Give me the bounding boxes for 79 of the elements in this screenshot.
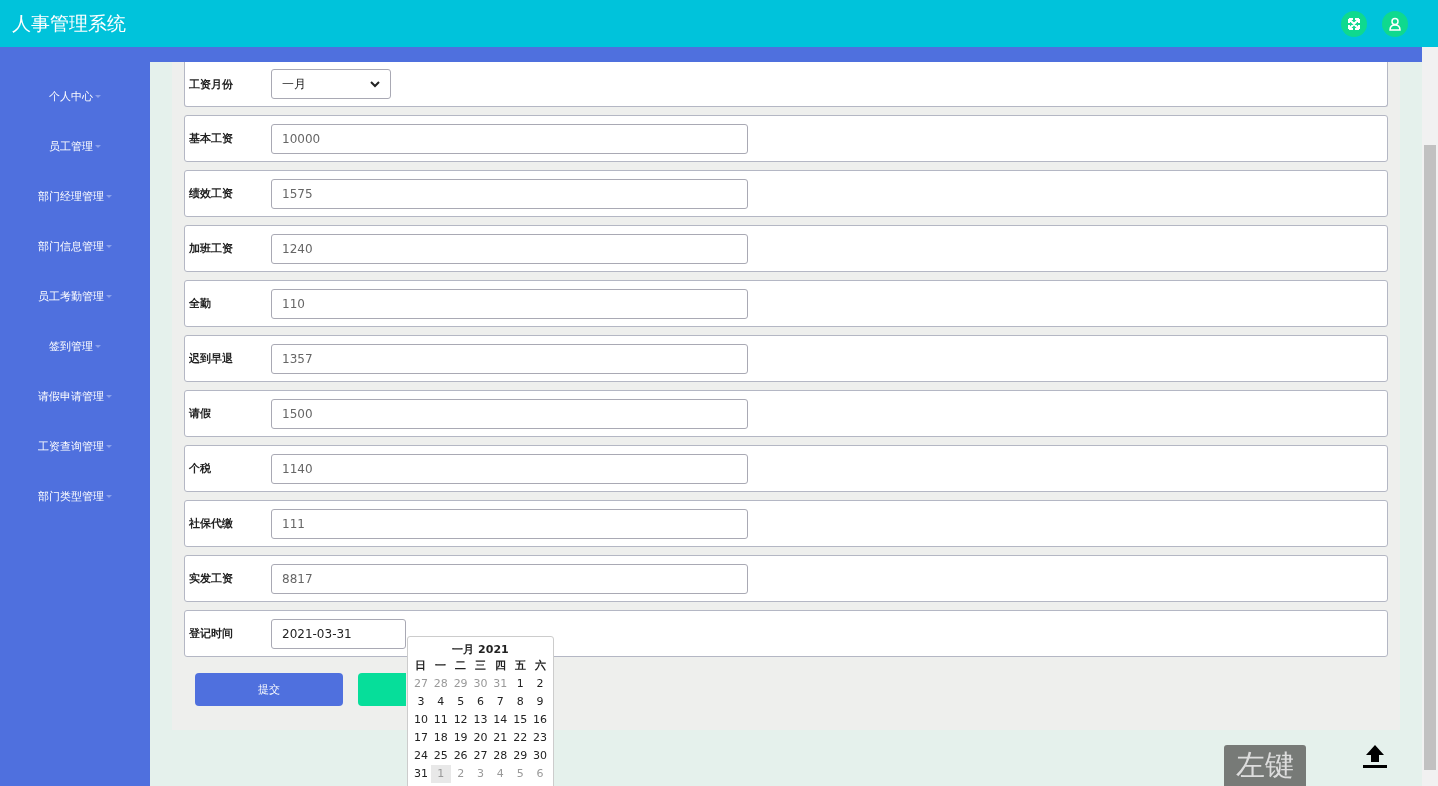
calendar-day[interactable]: 16: [530, 711, 550, 729]
calendar-day[interactable]: 30: [530, 747, 550, 765]
calendar-day[interactable]: 4: [430, 693, 451, 711]
sidebar-item[interactable]: 员工考勤管理: [38, 287, 112, 305]
input-field[interactable]: 1500: [271, 398, 748, 429]
input-field[interactable]: 111: [271, 508, 748, 539]
fullscreen-button[interactable]: [1341, 10, 1367, 37]
field-label: 个税: [189, 461, 212, 476]
calendar-day[interactable]: 18: [430, 729, 451, 747]
field-label: 全勤: [189, 296, 212, 311]
chevron-down-icon: [370, 80, 380, 88]
user-button[interactable]: [1382, 10, 1408, 37]
input-field[interactable]: 1240: [271, 233, 748, 264]
field-label: 绩效工资: [189, 186, 234, 201]
sidebar-item[interactable]: 个人中心: [49, 87, 101, 105]
calendar-day[interactable]: 7: [490, 693, 511, 711]
sidebar-item[interactable]: 员工管理: [49, 137, 101, 155]
calendar-day[interactable]: 31: [411, 765, 431, 783]
field-label: 社保代缴: [189, 516, 234, 531]
calendar-day[interactable]: 19: [450, 729, 471, 747]
field-label: 登记时间: [189, 626, 234, 641]
user-icon: [1388, 16, 1402, 31]
month-select[interactable]: 一月: [271, 69, 391, 99]
field-label: 基本工资: [189, 131, 234, 146]
input-field[interactable]: 10000: [271, 123, 748, 154]
sidebar-item[interactable]: 部门信息管理: [38, 237, 112, 255]
date-field[interactable]: 2021-03-31: [271, 618, 406, 649]
key-overlay: 左键: [1224, 745, 1306, 786]
submit-button[interactable]: 提交: [195, 673, 343, 706]
calendar-day[interactable]: 27: [470, 747, 491, 765]
calendar-day[interactable]: 25: [430, 747, 451, 765]
calendar-day[interactable]: 22: [510, 729, 531, 747]
fullscreen-icon: [1347, 16, 1361, 31]
field-label: 工资月份: [189, 76, 234, 92]
calendar-day[interactable]: 3: [411, 693, 431, 711]
weekday-label: 日: [414, 658, 428, 674]
calendar-day[interactable]: 23: [530, 729, 550, 747]
field-label: 请假: [189, 406, 212, 421]
weekday-label: 六: [533, 658, 547, 674]
sidebar-item[interactable]: 签到管理: [49, 337, 101, 355]
sidebar-item[interactable]: 部门经理管理: [38, 187, 112, 205]
calendar-day[interactable]: 8: [510, 693, 531, 711]
scrollbar[interactable]: [1422, 47, 1438, 786]
field-label: 迟到早退: [189, 351, 234, 366]
calendar-day[interactable]: 26: [450, 747, 471, 765]
calendar-day[interactable]: 10: [411, 711, 431, 729]
calendar-day[interactable]: 20: [470, 729, 491, 747]
sidebar-item[interactable]: 请假申请管理: [38, 387, 112, 405]
app-title: 人事管理系统: [12, 10, 126, 36]
sidebar-item[interactable]: 工资查询管理: [38, 437, 112, 455]
weekday-label: 二: [454, 658, 468, 674]
weekday-label: 三: [474, 658, 487, 674]
field-label: 实发工资: [189, 571, 234, 586]
input-field[interactable]: 110: [271, 288, 748, 319]
calendar-day[interactable]: 2: [530, 675, 550, 693]
calendar-title: 一月 2021: [451, 642, 510, 658]
calendar-day[interactable]: 29: [510, 747, 531, 765]
weekday-label: 四: [493, 658, 507, 674]
calendar-day[interactable]: 24: [411, 747, 431, 765]
sidebar-item[interactable]: 部门类型管理: [38, 487, 112, 505]
calendar-day[interactable]: 11: [430, 711, 451, 729]
calendar-day[interactable]: 17: [411, 729, 431, 747]
calendar-day[interactable]: 9: [530, 693, 550, 711]
calendar-day[interactable]: 5: [450, 693, 471, 711]
weekday-label: 一: [434, 658, 448, 674]
calendar-day[interactable]: 6: [470, 693, 491, 711]
input-field[interactable]: 8817: [271, 563, 748, 594]
input-field[interactable]: 1140: [271, 453, 748, 484]
calendar-day[interactable]: 21: [490, 729, 511, 747]
weekday-label: 五: [513, 658, 527, 674]
input-field[interactable]: 1575: [271, 178, 748, 209]
calendar-day[interactable]: 12: [450, 711, 471, 729]
calendar-day[interactable]: 14: [490, 711, 511, 729]
field-label: 加班工资: [189, 241, 234, 256]
calendar-day[interactable]: 1: [510, 675, 531, 693]
input-field[interactable]: 1357: [271, 343, 748, 374]
calendar-day[interactable]: 13: [470, 711, 491, 729]
calendar-day[interactable]: 28: [490, 747, 511, 765]
calendar-day[interactable]: 15: [510, 711, 531, 729]
